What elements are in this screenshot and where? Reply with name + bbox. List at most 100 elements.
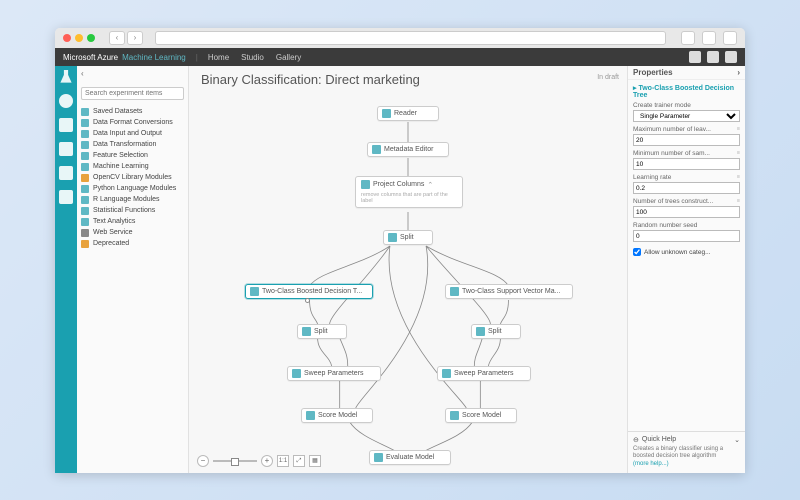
tree-item[interactable]: Statistical Functions [77, 205, 188, 216]
tree-item[interactable]: Deprecated [77, 238, 188, 249]
learning-rate-input[interactable] [633, 182, 740, 194]
app-window: ‹ › Microsoft Azure Machine Learning | H… [55, 28, 745, 473]
node-evaluate[interactable]: Evaluate Model [369, 450, 451, 465]
tree-item[interactable]: Web Service [77, 227, 188, 238]
node-metadata[interactable]: Metadata Editor [367, 142, 449, 157]
minimap-button[interactable]: ▦ [309, 455, 321, 467]
zoom-actual-button[interactable]: ⤢ [293, 455, 305, 467]
tree-item[interactable]: Data Format Conversions [77, 117, 188, 128]
num-trees-input[interactable] [633, 206, 740, 218]
max-leaves-input[interactable] [633, 134, 740, 146]
node-split-0[interactable]: Split [383, 230, 433, 245]
field-label: Random number seed [633, 222, 740, 229]
tree-item[interactable]: Data Transformation [77, 139, 188, 150]
zoom-icon[interactable] [87, 34, 95, 42]
module-icon [302, 327, 311, 336]
notebooks-icon[interactable] [59, 118, 73, 132]
experiment-title: Binary Classification: Direct marketing [201, 72, 420, 87]
node-score-1[interactable]: Score Model [301, 408, 373, 423]
more-help-link[interactable]: (more help...) [633, 461, 669, 467]
node-split-2[interactable]: Split [471, 324, 521, 339]
tree-item[interactable]: Machine Learning [77, 161, 188, 172]
random-seed-input[interactable] [633, 230, 740, 242]
allow-unknown-checkbox[interactable] [633, 248, 641, 256]
connections [189, 66, 627, 473]
node-boosted-tree[interactable]: Two-Class Boosted Decision T... [245, 284, 373, 299]
field-label: Create trainer mode [633, 102, 740, 109]
tabs-icon[interactable] [723, 31, 737, 45]
smile-icon[interactable] [707, 51, 719, 63]
minimize-icon[interactable] [75, 34, 83, 42]
collapse-icon[interactable]: ⊖ [633, 436, 639, 444]
tree-item[interactable]: R Language Modules [77, 194, 188, 205]
tree-item[interactable]: OpenCV Library Modules [77, 172, 188, 183]
properties-panel: Properties › ▸ Two-Class Boosted Decisio… [627, 66, 745, 473]
forward-button[interactable]: › [127, 31, 143, 45]
settings-icon[interactable] [59, 190, 73, 204]
collapse-button[interactable]: ‹ [81, 69, 84, 78]
module-icon [292, 369, 301, 378]
tree-item[interactable]: Feature Selection [77, 150, 188, 161]
download-icon[interactable] [702, 31, 716, 45]
node-score-2[interactable]: Score Model [445, 408, 517, 423]
search-input[interactable] [81, 87, 184, 100]
output-port[interactable] [305, 298, 310, 303]
experiment-canvas[interactable]: Binary Classification: Direct marketing … [189, 66, 627, 473]
chevron-down-icon[interactable]: ⌄ [734, 436, 740, 444]
field-label: Number of trees construct...≡ [633, 198, 740, 205]
field-label: Minimum number of sam...≡ [633, 150, 740, 157]
node-split-1[interactable]: Split [297, 324, 347, 339]
url-bar[interactable] [155, 31, 666, 45]
chevron-right-icon[interactable]: › [737, 68, 740, 77]
nav-gallery[interactable]: Gallery [276, 53, 301, 62]
module-icon [361, 180, 370, 189]
module-icon [442, 369, 451, 378]
node-project-columns[interactable]: Project Columns⌃ remove columns that are… [355, 176, 463, 208]
tree-item[interactable]: Python Language Modules [77, 183, 188, 194]
checkbox-label: Allow unknown categ... [644, 249, 710, 256]
module-icon [388, 233, 397, 242]
web-services-icon[interactable] [59, 94, 73, 108]
product-label: Machine Learning [122, 53, 186, 62]
module-icon [250, 287, 259, 296]
close-icon[interactable] [63, 34, 71, 42]
azure-topbar: Microsoft Azure Machine Learning | Home … [55, 48, 745, 66]
user-icon[interactable] [725, 51, 737, 63]
field-label: Learning rate≡ [633, 174, 740, 181]
zoom-fit-button[interactable]: 1:1 [277, 455, 289, 467]
node-reader[interactable]: Reader [377, 106, 439, 121]
module-icon [450, 287, 459, 296]
module-icon [306, 411, 315, 420]
tree-item[interactable]: Saved Datasets [77, 106, 188, 117]
node-sweep-2[interactable]: Sweep Parameters [437, 366, 531, 381]
module-palette: ‹ Saved Datasets Data Format Conversions… [77, 66, 189, 473]
zoom-slider[interactable] [213, 460, 257, 462]
nav-home[interactable]: Home [208, 53, 229, 62]
status-label: In draft [597, 74, 619, 81]
node-svm[interactable]: Two-Class Support Vector Ma... [445, 284, 573, 299]
nav-studio[interactable]: Studio [241, 53, 264, 62]
field-label: Maximum number of leav...≡ [633, 126, 740, 133]
module-icon [372, 145, 381, 154]
back-button[interactable]: ‹ [109, 31, 125, 45]
datasets-icon[interactable] [59, 142, 73, 156]
node-sweep-1[interactable]: Sweep Parameters [287, 366, 381, 381]
chevron-up-icon[interactable]: ⌃ [427, 181, 433, 189]
module-icon [382, 109, 391, 118]
min-samples-input[interactable] [633, 158, 740, 170]
module-icon [476, 327, 485, 336]
module-icon [450, 411, 459, 420]
nav-rail [55, 66, 77, 473]
tree-item[interactable]: Text Analytics [77, 216, 188, 227]
share-icon[interactable] [681, 31, 695, 45]
zoom-in-button[interactable]: + [261, 455, 273, 467]
help-icon[interactable] [689, 51, 701, 63]
models-icon[interactable] [59, 166, 73, 180]
tree-item[interactable]: Data Input and Output [77, 128, 188, 139]
module-tree: Saved Datasets Data Format Conversions D… [77, 104, 188, 251]
properties-title: ▸ Two-Class Boosted Decision Tree [628, 80, 745, 101]
trainer-mode-select[interactable]: Single Parameter [633, 110, 740, 122]
browser-titlebar: ‹ › [55, 28, 745, 48]
experiments-icon[interactable] [59, 70, 73, 84]
zoom-out-button[interactable]: − [197, 455, 209, 467]
